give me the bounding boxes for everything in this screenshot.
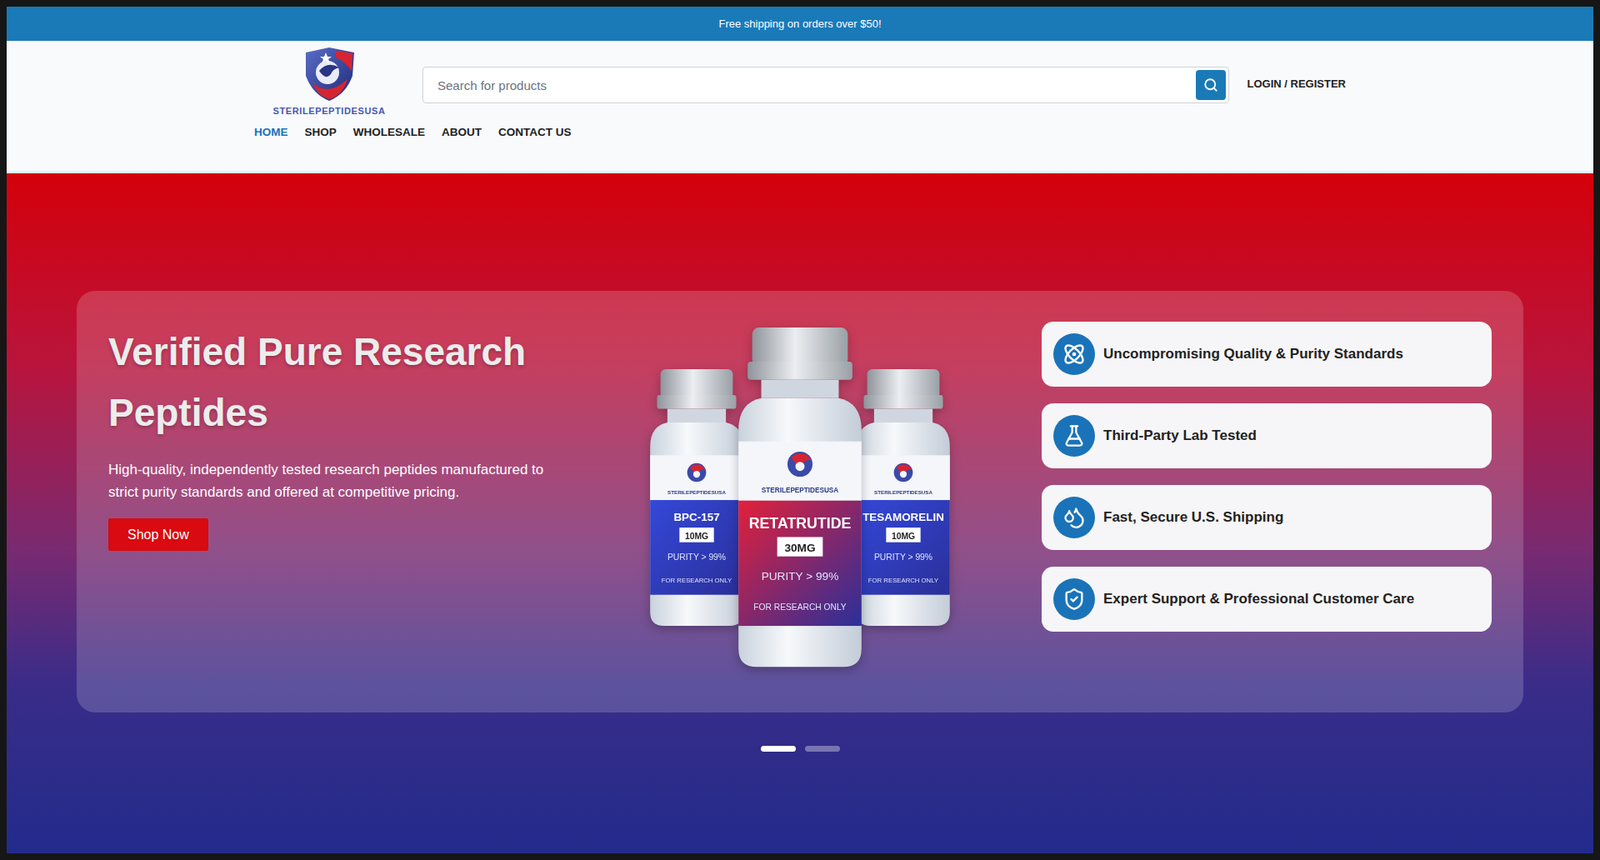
feature-symbol-icon <box>1062 587 1086 611</box>
site-header: STERILEPEPTIDESUSA LOGIN / REGISTER HOME SH… <box>6 40 1594 174</box>
login-register-link[interactable]: LOGIN / REGISTER <box>1247 77 1346 90</box>
feature-symbol-icon <box>1062 505 1086 530</box>
search-bar <box>422 66 1230 104</box>
feature-label: Third-Party Lab Tested <box>1103 427 1257 445</box>
hero-title: Verified Pure Research Peptides <box>108 321 559 444</box>
peptide-vial: STERILEPEPTIDESUSA BPC-157 10MG PURITY > 99… <box>645 369 749 628</box>
shop-now-button[interactable]: Shop Now <box>108 518 209 551</box>
svg-text:STERILEPEPTIDESUSA: STERILEPEPTIDESUSA <box>874 489 933 495</box>
site-logo[interactable]: STERILEPEPTIDESUSA <box>254 45 405 116</box>
nav-item[interactable]: WHOLESALE <box>353 125 425 139</box>
svg-text:PURITY > 99%: PURITY > 99% <box>667 552 726 562</box>
svg-text:10MG: 10MG <box>891 531 915 541</box>
nav-item[interactable]: CONTACT US <box>498 125 572 139</box>
feature-icon <box>1053 578 1095 620</box>
feature-symbol-icon <box>1062 424 1086 448</box>
feature-label: Uncompromising Quality & Purity Standard… <box>1103 345 1404 363</box>
svg-text:FOR RESEARCH ONLY: FOR RESEARCH ONLY <box>753 602 847 612</box>
announcement-bar: Free shipping on orders over $50! <box>6 6 1594 41</box>
nav-item[interactable]: ABOUT <box>441 125 482 139</box>
hero-description: High-quality, independently tested resea… <box>108 458 559 504</box>
slider-dot[interactable] <box>805 745 840 752</box>
feature-icon <box>1053 333 1095 375</box>
slider-dot[interactable] <box>760 745 796 752</box>
feature-symbol-icon <box>1062 342 1086 366</box>
peptide-vial: STERILEPEPTIDESUSA TESAMORELIN 10MG PURITY … <box>851 369 955 628</box>
feature-card: Fast, Secure U.S. Shipping <box>1041 485 1492 550</box>
svg-text:PURITY > 99%: PURITY > 99% <box>874 552 933 562</box>
feature-icon <box>1053 415 1095 457</box>
feature-card: Uncompromising Quality & Purity Standard… <box>1041 321 1492 387</box>
search-button[interactable] <box>1195 70 1226 100</box>
svg-text:RETATRUTIDE: RETATRUTIDE <box>749 515 852 532</box>
svg-text:STERILEPEPTIDESUSA: STERILEPEPTIDESUSA <box>761 486 839 495</box>
svg-text:FOR RESEARCH ONLY: FOR RESEARCH ONLY <box>661 576 732 585</box>
vial-group: STERILEPEPTIDESUSA BPC-157 10MG PURITY > 99… <box>558 315 1042 682</box>
feature-icon <box>1053 496 1095 539</box>
feature-label: Fast, Secure U.S. Shipping <box>1103 509 1284 526</box>
feature-list: Uncompromising Quality & Purity Standard… <box>1041 321 1492 682</box>
page: Free shipping on orders over $50!STERILE… <box>0 0 1600 860</box>
svg-text:BPC-157: BPC-157 <box>673 510 720 524</box>
svg-text:TESAMORELIN: TESAMORELIN <box>862 510 945 524</box>
eagle-logo-icon <box>294 45 365 103</box>
svg-text:30MG: 30MG <box>784 541 815 555</box>
feature-card: Expert Support & Professional Customer C… <box>1041 566 1492 632</box>
search-input[interactable] <box>435 77 1196 94</box>
peptide-vial: STERILEPEPTIDESUSA RETATRUTIDE 30MG PURITY … <box>731 327 869 670</box>
svg-text:10MG: 10MG <box>685 531 709 541</box>
feature-label: Expert Support & Professional Customer C… <box>1103 590 1415 608</box>
svg-text:STERILEPEPTIDESUSA: STERILEPEPTIDESUSA <box>667 489 726 495</box>
slider-dots <box>760 745 840 752</box>
search-icon <box>1203 77 1219 93</box>
svg-text:PURITY > 99%: PURITY > 99% <box>761 570 840 583</box>
svg-text:FOR RESEARCH ONLY: FOR RESEARCH ONLY <box>868 576 939 585</box>
hero-card: Verified Pure Research Peptides High-qual… <box>76 290 1524 713</box>
hero-section: Verified Pure Research Peptides High-qual… <box>6 173 1594 854</box>
nav-item[interactable]: HOME <box>254 125 289 139</box>
nav-item[interactable]: SHOP <box>305 125 337 139</box>
feature-card: Third-Party Lab Tested <box>1041 403 1492 469</box>
logo-text: STERILEPEPTIDESUSA <box>273 105 386 116</box>
main-nav: HOME SHOP WHOLESALE ABOUT CONTACT US <box>254 125 1346 139</box>
